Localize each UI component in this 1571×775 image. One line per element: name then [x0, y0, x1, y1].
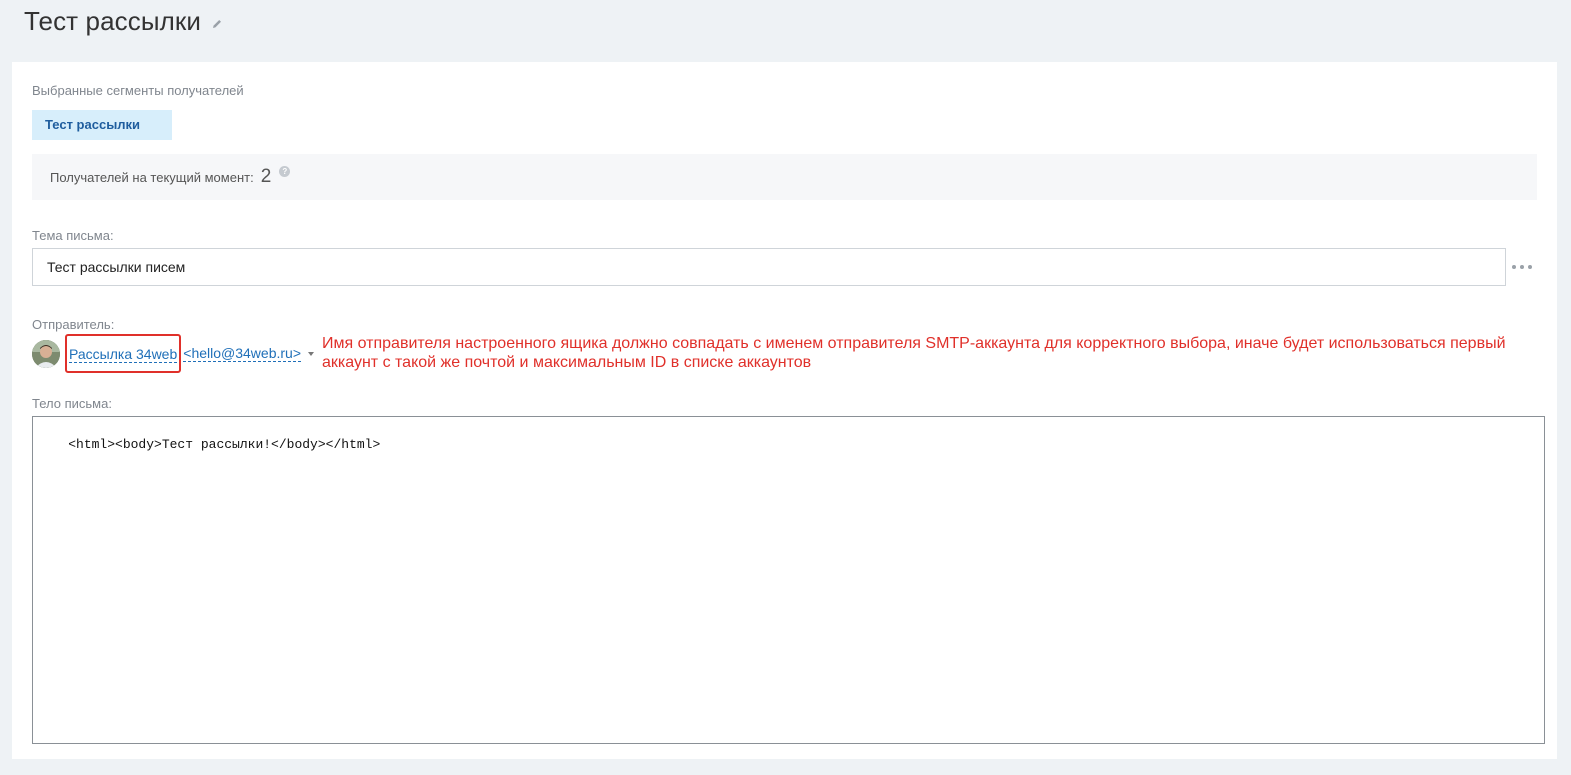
body-text: <html><body>Тест рассылки!</body></html> [68, 437, 381, 452]
page-header: Тест рассылки [24, 6, 223, 37]
sender-name-link[interactable]: Рассылка 34web [69, 346, 178, 363]
recipients-summary: Получателей на текущий момент: 2 ? [32, 154, 1537, 200]
resize-grip-icon[interactable] [1530, 729, 1542, 741]
sender-email-link[interactable]: <hello@34web.ru> [183, 345, 302, 362]
subject-input[interactable]: Тест рассылки писем [32, 248, 1506, 286]
segment-chip[interactable]: Тест рассылки [32, 110, 172, 140]
page-title: Тест рассылки [24, 6, 201, 36]
body-textarea[interactable]: <html><body>Тест рассылки!</body></html> [32, 416, 1545, 744]
pencil-icon[interactable] [211, 17, 223, 29]
sender-annotation: Имя отправителя настроенного ящика должн… [322, 335, 1506, 371]
body-label: Тело письма: [32, 396, 112, 411]
avatar [32, 339, 60, 368]
subject-label: Тема письма: [32, 228, 114, 243]
help-icon[interactable]: ? [279, 165, 291, 177]
recipients-count: 2 [260, 166, 272, 187]
sender-name-highlight: Рассылка 34web [65, 334, 182, 373]
chevron-down-icon[interactable] [308, 351, 315, 356]
sender-row: Рассылка 34web <hello@34web.ru> [32, 334, 315, 373]
mailing-form-card: Выбранные сегменты получателей Тест расс… [12, 62, 1557, 759]
ellipsis-icon[interactable] [1512, 260, 1532, 274]
segments-label: Выбранные сегменты получателей [32, 83, 244, 98]
sender-label: Отправитель: [32, 317, 115, 332]
recipients-label: Получателей на текущий момент: [50, 169, 254, 185]
